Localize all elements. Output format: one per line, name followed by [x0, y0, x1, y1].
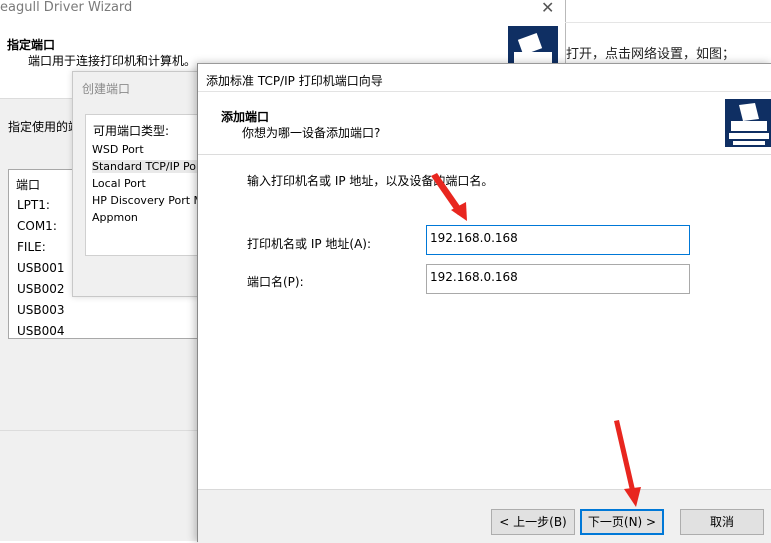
port-row[interactable]: USB002: [17, 282, 65, 296]
printer-logo-icon: [725, 99, 771, 147]
create-port-dialog: 创建端口 可用端口类型: WSD Port Standard TCP/IP Po…: [72, 71, 202, 297]
wizard-header-title: 指定端口: [7, 38, 56, 52]
tcpip-header-title: 添加端口: [221, 110, 270, 124]
cancel-button[interactable]: 取消: [680, 509, 764, 535]
port-type-option[interactable]: Local Port: [92, 177, 146, 190]
port-list-header: 端口: [16, 178, 41, 192]
port-row[interactable]: USB003: [17, 303, 65, 317]
port-row[interactable]: USB004: [17, 324, 65, 338]
wizard-titlebar: eagull Driver Wizard ✕: [0, 0, 565, 22]
port-row[interactable]: FILE:: [17, 240, 46, 254]
port-name-input[interactable]: [426, 264, 690, 294]
port-type-option[interactable]: Appmon: [92, 211, 138, 224]
port-type-option[interactable]: HP Discovery Port Mor: [92, 194, 202, 207]
close-icon[interactable]: ✕: [541, 0, 554, 17]
tcpip-header-subtitle: 你想为哪一设备添加端口?: [242, 126, 381, 140]
create-port-title: 创建端口: [82, 82, 131, 96]
port-name-label: 端口名(P):: [247, 275, 304, 289]
port-type-label: 可用端口类型:: [93, 124, 170, 138]
port-type-option[interactable]: WSD Port: [92, 143, 144, 156]
wizard-button-bar: < 上一步(B) 下一页(N) > 取消: [198, 489, 771, 543]
printer-address-input[interactable]: [426, 225, 690, 255]
port-row[interactable]: LPT1:: [17, 198, 50, 212]
next-button[interactable]: 下一页(N) >: [580, 509, 664, 535]
wizard-header-subtitle: 端口用于连接打印机和计算机。: [28, 54, 197, 68]
header-divider: [198, 154, 771, 155]
wizard-title: eagull Driver Wizard: [0, 0, 133, 15]
port-type-list[interactable]: 可用端口类型: WSD Port Standard TCP/IP Port Lo…: [85, 114, 202, 256]
tcpip-port-wizard: 添加标准 TCP/IP 打印机端口向导 添加端口 你想为哪一设备添加端口? 输入…: [197, 63, 771, 543]
port-row[interactable]: COM1:: [17, 219, 57, 233]
port-row[interactable]: USB001: [17, 261, 65, 275]
port-type-option-selected[interactable]: Standard TCP/IP Port: [92, 160, 202, 173]
tcpip-intro-text: 输入打印机名或 IP 地址，以及设备的端口名。: [247, 174, 494, 188]
printer-address-label: 打印机名或 IP 地址(A):: [247, 237, 372, 251]
port-select-label: 指定使用的端: [8, 120, 81, 134]
tcpip-wizard-title: 添加标准 TCP/IP 打印机端口向导: [206, 74, 383, 88]
background-divider: [565, 22, 771, 23]
background-instruction-text: 打开，点击网络设置，如图；: [566, 47, 736, 62]
title-divider: [198, 91, 771, 92]
back-button[interactable]: < 上一步(B): [491, 509, 575, 535]
